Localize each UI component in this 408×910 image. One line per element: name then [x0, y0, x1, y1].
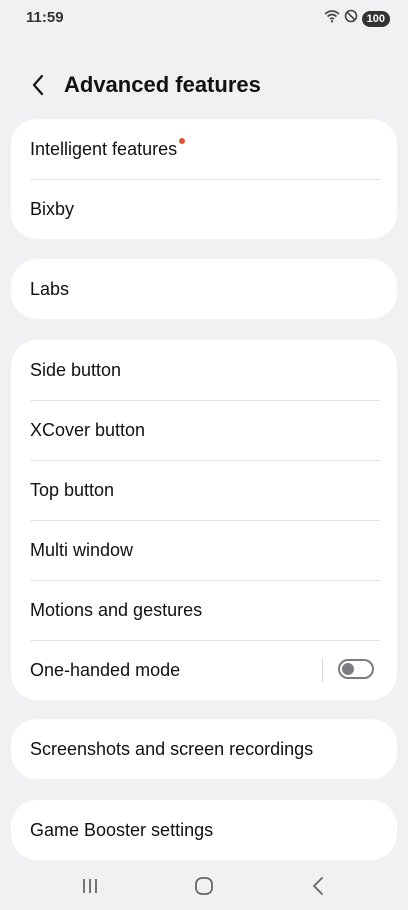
menu-item-xcover-button[interactable]: XCover button [11, 400, 397, 460]
recents-icon [83, 879, 97, 893]
new-badge-dot [179, 138, 186, 144]
header: Advanced features [0, 60, 408, 110]
menu-item-game-booster[interactable]: Game Booster settings [11, 800, 397, 860]
home-icon [195, 877, 213, 895]
toggle-knob [342, 663, 354, 675]
menu-item-top-button[interactable]: Top button [11, 460, 397, 520]
back-icon [313, 877, 323, 895]
page-title: Advanced features [64, 72, 261, 97]
menu-item-label: Side button [30, 359, 122, 380]
card-game-booster: Game Booster settings [11, 800, 397, 860]
menu-item-one-handed-mode[interactable]: One-handed mode [11, 640, 397, 700]
chevron-left-icon [32, 74, 44, 96]
card-intelligence: Intelligent features Bixby [11, 119, 397, 239]
menu-item-label: Labs [30, 278, 70, 299]
card-screenshots: Screenshots and screen recordings [11, 719, 397, 779]
do-not-disturb-icon [344, 9, 358, 28]
menu-item-intelligent-features[interactable]: Intelligent features [11, 119, 397, 179]
menu-item-label: Bixby [30, 198, 75, 219]
status-time: 11:59 [26, 9, 64, 26]
menu-item-label: Top button [30, 479, 115, 500]
navigation-bar [0, 862, 408, 910]
menu-item-bixby[interactable]: Bixby [11, 179, 397, 239]
nav-back-button[interactable] [298, 872, 338, 900]
menu-item-label: One-handed mode [30, 659, 181, 680]
menu-item-label: Intelligent features [30, 138, 178, 159]
menu-item-motions-gestures[interactable]: Motions and gestures [11, 580, 397, 640]
wifi-icon [324, 9, 340, 28]
back-button[interactable] [24, 70, 52, 100]
menu-item-label: Game Booster settings [30, 819, 214, 840]
status-icons: 100 [324, 9, 390, 28]
menu-item-side-button[interactable]: Side button [11, 340, 397, 400]
status-bar: 11:59 100 [0, 0, 408, 36]
one-handed-mode-toggle[interactable] [338, 659, 374, 679]
card-labs: Labs [11, 259, 397, 319]
menu-item-screenshots-recordings[interactable]: Screenshots and screen recordings [11, 719, 397, 779]
menu-item-label: XCover button [30, 419, 146, 440]
menu-item-label: Multi window [30, 539, 134, 560]
menu-item-label: Screenshots and screen recordings [30, 738, 314, 759]
home-button[interactable] [184, 872, 224, 900]
menu-item-multi-window[interactable]: Multi window [11, 520, 397, 580]
recents-button[interactable] [70, 872, 110, 900]
card-buttons-gestures: Side button XCover button Top button Mul… [11, 340, 397, 700]
toggle-divider [322, 658, 323, 682]
menu-item-labs[interactable]: Labs [11, 259, 397, 319]
menu-item-label: Motions and gestures [30, 599, 203, 620]
battery-level: 100 [361, 10, 390, 27]
